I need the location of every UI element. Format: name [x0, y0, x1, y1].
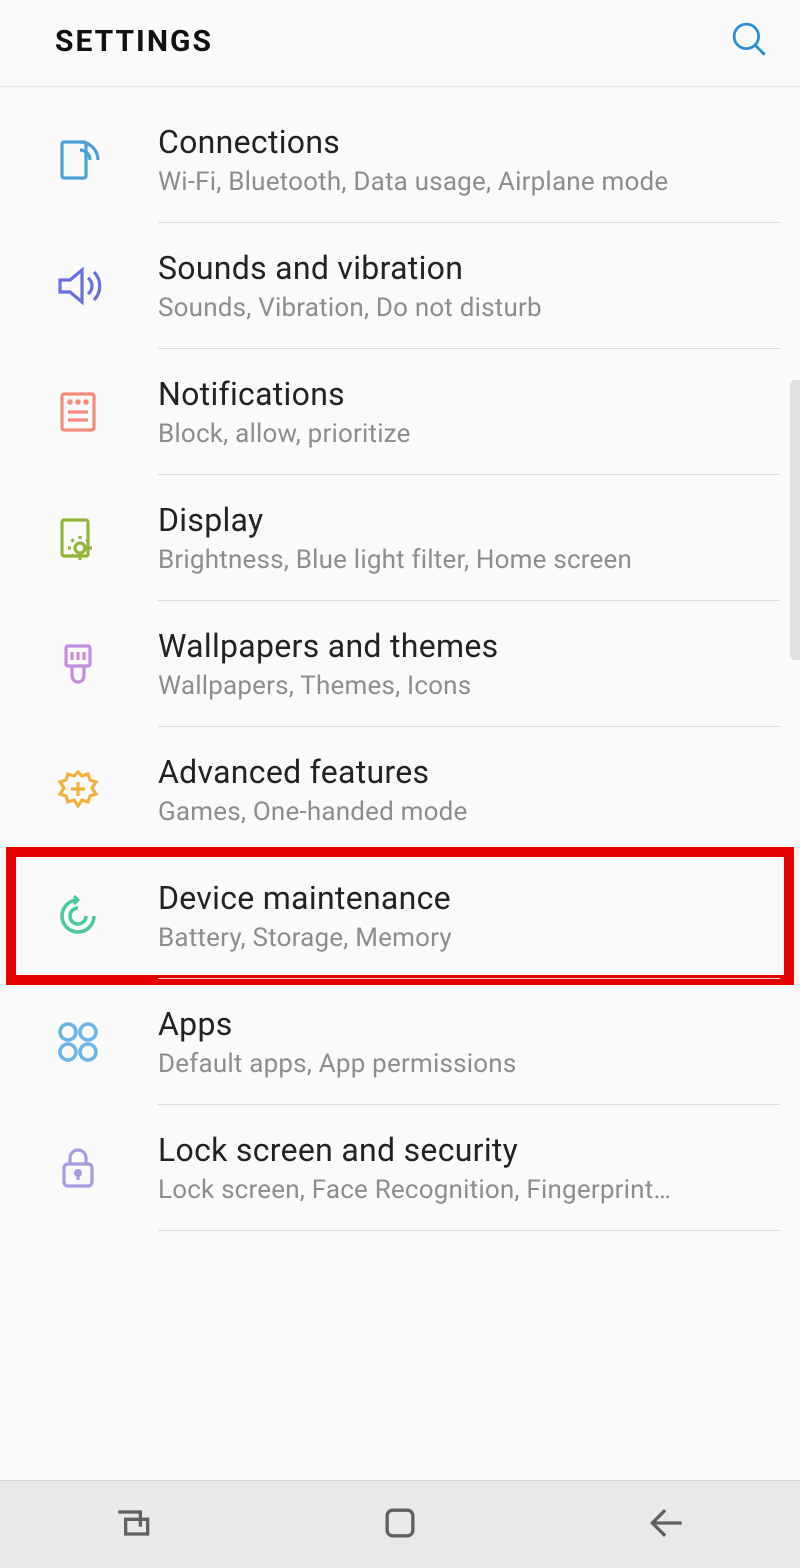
- item-title: Connections: [158, 123, 780, 161]
- settings-header: SETTINGS: [0, 0, 800, 87]
- page-title: SETTINGS: [55, 24, 213, 59]
- lock-icon: [52, 1142, 104, 1194]
- item-subtitle: Battery, Storage, Memory: [158, 923, 780, 953]
- back-icon: [645, 1501, 689, 1545]
- item-subtitle: Wallpapers, Themes, Icons: [158, 671, 780, 701]
- display-icon: [52, 512, 104, 564]
- item-title: Apps: [158, 1005, 780, 1043]
- settings-item-lock-screen[interactable]: Lock screen and security Lock screen, Fa…: [0, 1105, 800, 1231]
- settings-item-notifications[interactable]: Notifications Block, allow, prioritize: [0, 349, 800, 475]
- recents-button[interactable]: [111, 1501, 155, 1549]
- search-button[interactable]: [728, 18, 770, 64]
- settings-item-apps[interactable]: Apps Default apps, App permissions: [0, 979, 800, 1105]
- settings-item-connections[interactable]: Connections Wi-Fi, Bluetooth, Data usage…: [0, 97, 800, 223]
- wallpapers-icon: [52, 638, 104, 690]
- item-title: Wallpapers and themes: [158, 627, 780, 665]
- item-subtitle: Wi-Fi, Bluetooth, Data usage, Airplane m…: [158, 167, 780, 197]
- settings-item-sounds[interactable]: Sounds and vibration Sounds, Vibration, …: [0, 223, 800, 349]
- item-subtitle: Default apps, App permissions: [158, 1049, 780, 1079]
- item-subtitle: Games, One-handed mode: [158, 797, 780, 827]
- item-title: Notifications: [158, 375, 780, 413]
- settings-item-device-maintenance[interactable]: Device maintenance Battery, Storage, Mem…: [0, 853, 800, 979]
- item-title: Device maintenance: [158, 879, 780, 917]
- connections-icon: [52, 134, 104, 186]
- item-title: Display: [158, 501, 780, 539]
- settings-item-advanced[interactable]: Advanced features Games, One-handed mode: [0, 727, 800, 853]
- recents-icon: [111, 1501, 155, 1545]
- home-icon: [378, 1501, 422, 1545]
- navigation-bar: [0, 1480, 800, 1568]
- notifications-icon: [52, 386, 104, 438]
- item-subtitle: Lock screen, Face Recognition, Fingerpri…: [158, 1175, 780, 1205]
- item-subtitle: Block, allow, prioritize: [158, 419, 780, 449]
- item-title: Sounds and vibration: [158, 249, 780, 287]
- back-button[interactable]: [645, 1501, 689, 1549]
- home-button[interactable]: [378, 1501, 422, 1549]
- item-subtitle: Brightness, Blue light filter, Home scre…: [158, 545, 780, 575]
- maintenance-icon: [52, 890, 104, 942]
- item-subtitle: Sounds, Vibration, Do not disturb: [158, 293, 780, 323]
- settings-item-display[interactable]: Display Brightness, Blue light filter, H…: [0, 475, 800, 601]
- advanced-icon: [52, 764, 104, 816]
- apps-icon: [52, 1016, 104, 1068]
- search-icon: [728, 18, 770, 60]
- item-title: Advanced features: [158, 753, 780, 791]
- sound-icon: [52, 260, 104, 312]
- settings-list: Connections Wi-Fi, Bluetooth, Data usage…: [0, 87, 800, 1231]
- item-title: Lock screen and security: [158, 1131, 780, 1169]
- settings-item-wallpapers[interactable]: Wallpapers and themes Wallpapers, Themes…: [0, 601, 800, 727]
- scroll-handle[interactable]: [790, 380, 800, 660]
